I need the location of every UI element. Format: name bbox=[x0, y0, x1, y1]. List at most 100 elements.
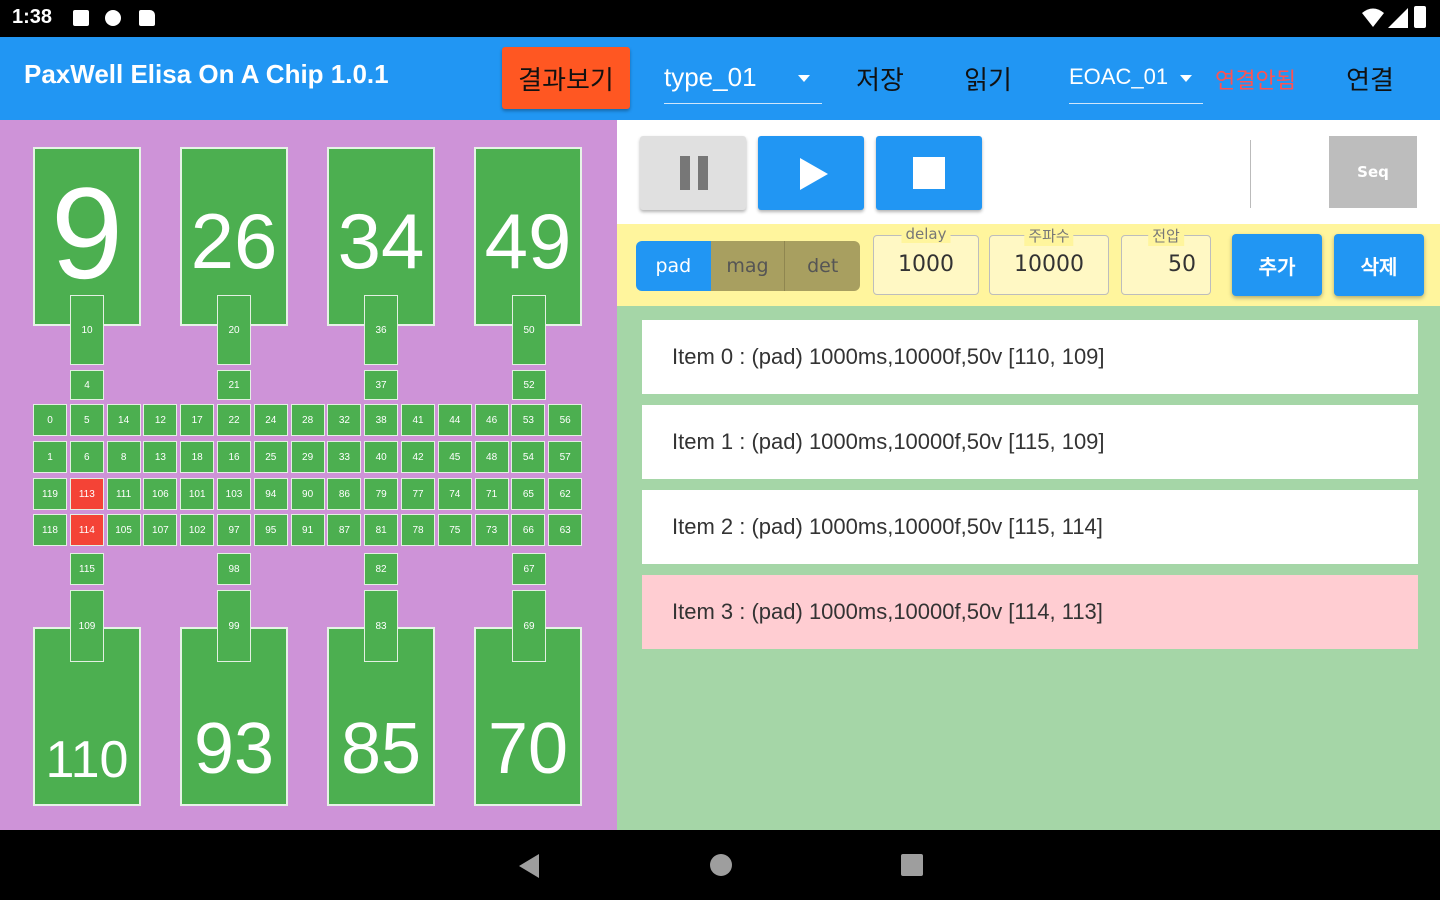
type-select[interactable]: type_01 bbox=[664, 51, 822, 104]
channel-pad[interactable]: 4 bbox=[70, 370, 104, 400]
add-button[interactable]: 추가 bbox=[1232, 234, 1322, 296]
electrode-pad[interactable]: 63 bbox=[548, 514, 583, 546]
electrode-pad[interactable]: 13 bbox=[143, 441, 178, 473]
stop-button[interactable] bbox=[876, 136, 982, 210]
electrode-pad[interactable]: 101 bbox=[180, 478, 215, 510]
electrode-pad[interactable]: 103 bbox=[217, 478, 251, 510]
channel-pad[interactable]: 115 bbox=[70, 553, 104, 585]
electrode-pad[interactable]: 8 bbox=[106, 441, 141, 473]
electrode-pad[interactable]: 53 bbox=[511, 404, 546, 436]
electrode-pad[interactable]: 14 bbox=[106, 404, 141, 436]
delete-button[interactable]: 삭제 bbox=[1334, 234, 1424, 296]
channel-pad[interactable]: 98 bbox=[217, 553, 251, 585]
electrode-pad[interactable]: 42 bbox=[401, 441, 435, 473]
voltage-field[interactable]: 전압 50 bbox=[1121, 225, 1211, 295]
channel-pad[interactable]: 109 bbox=[70, 590, 104, 662]
electrode-pad[interactable]: 5 bbox=[69, 404, 104, 436]
channel-pad[interactable]: 50 bbox=[512, 295, 546, 365]
electrode-pad[interactable]: 105 bbox=[106, 514, 141, 546]
electrode-pad[interactable]: 56 bbox=[548, 404, 583, 436]
electrode-pad[interactable]: 119 bbox=[33, 478, 67, 510]
electrode-pad[interactable]: 40 bbox=[364, 441, 399, 473]
channel-pad[interactable]: 82 bbox=[364, 553, 398, 585]
electrode-pad[interactable]: 44 bbox=[437, 404, 472, 436]
list-item[interactable]: Item 0 : (pad) 1000ms,10000f,50v [110, 1… bbox=[642, 320, 1418, 394]
electrode-pad[interactable]: 62 bbox=[548, 478, 583, 510]
electrode-pad[interactable]: 57 bbox=[548, 441, 583, 473]
list-item[interactable]: Item 2 : (pad) 1000ms,10000f,50v [115, 1… bbox=[642, 490, 1418, 564]
recents-icon[interactable] bbox=[901, 854, 923, 876]
electrode-pad[interactable]: 1 bbox=[33, 441, 67, 473]
electrode-pad[interactable]: 111 bbox=[106, 478, 141, 510]
channel-pad[interactable]: 69 bbox=[512, 590, 546, 662]
electrode-pad[interactable]: 45 bbox=[437, 441, 472, 473]
channel-pad[interactable]: 83 bbox=[364, 590, 398, 662]
device-select[interactable]: EOAC_01 bbox=[1069, 51, 1203, 104]
mode-toggle[interactable]: pad mag det bbox=[636, 241, 860, 291]
electrode-pad[interactable]: 33 bbox=[327, 441, 362, 473]
electrode-pad[interactable]: 95 bbox=[253, 514, 288, 546]
electrode-pad[interactable]: 97 bbox=[217, 514, 251, 546]
electrode-pad[interactable]: 102 bbox=[180, 514, 215, 546]
electrode-pad[interactable]: 0 bbox=[33, 404, 67, 436]
electrode-pad[interactable]: 77 bbox=[401, 478, 435, 510]
channel-pad[interactable]: 52 bbox=[512, 370, 546, 400]
electrode-pad[interactable]: 12 bbox=[143, 404, 178, 436]
electrode-pad[interactable]: 107 bbox=[143, 514, 178, 546]
channel-pad[interactable]: 36 bbox=[364, 295, 398, 365]
electrode-pad[interactable]: 79 bbox=[364, 478, 399, 510]
channel-pad[interactable]: 99 bbox=[217, 590, 251, 662]
electrode-pad[interactable]: 78 bbox=[401, 514, 435, 546]
seq-button[interactable]: Seq bbox=[1329, 136, 1417, 208]
electrode-pad[interactable]: 18 bbox=[180, 441, 215, 473]
electrode-pad[interactable]: 48 bbox=[474, 441, 509, 473]
mode-det[interactable]: det bbox=[785, 241, 860, 291]
channel-pad[interactable]: 20 bbox=[217, 295, 251, 365]
electrode-pad[interactable]: 38 bbox=[364, 404, 399, 436]
electrode-pad[interactable]: 28 bbox=[290, 404, 325, 436]
electrode-pad[interactable]: 114 bbox=[69, 514, 104, 546]
list-item[interactable]: Item 3 : (pad) 1000ms,10000f,50v [114, 1… bbox=[642, 575, 1418, 649]
electrode-pad[interactable]: 106 bbox=[143, 478, 178, 510]
electrode-pad[interactable]: 73 bbox=[474, 514, 509, 546]
electrode-pad[interactable]: 118 bbox=[33, 514, 67, 546]
channel-pad[interactable]: 10 bbox=[70, 295, 104, 365]
channel-pad[interactable]: 67 bbox=[512, 553, 546, 585]
electrode-pad[interactable]: 17 bbox=[180, 404, 215, 436]
electrode-pad[interactable]: 22 bbox=[217, 404, 251, 436]
delay-field[interactable]: delay 1000 bbox=[873, 225, 979, 295]
electrode-pad[interactable]: 86 bbox=[327, 478, 362, 510]
electrode-pad[interactable]: 41 bbox=[401, 404, 435, 436]
electrode-pad[interactable]: 113 bbox=[69, 478, 104, 510]
electrode-pad[interactable]: 25 bbox=[253, 441, 288, 473]
electrode-pad[interactable]: 54 bbox=[511, 441, 546, 473]
pause-button[interactable] bbox=[640, 136, 746, 210]
mode-mag[interactable]: mag bbox=[710, 241, 786, 291]
channel-pad[interactable]: 21 bbox=[217, 370, 251, 400]
save-button[interactable]: 저장 bbox=[832, 47, 928, 109]
play-button[interactable] bbox=[758, 136, 864, 210]
list-item[interactable]: Item 1 : (pad) 1000ms,10000f,50v [115, 1… bbox=[642, 405, 1418, 479]
electrode-pad[interactable]: 94 bbox=[253, 478, 288, 510]
electrode-pad[interactable]: 87 bbox=[327, 514, 362, 546]
electrode-pad[interactable]: 24 bbox=[253, 404, 288, 436]
electrode-pad[interactable]: 32 bbox=[327, 404, 362, 436]
back-icon[interactable] bbox=[517, 853, 541, 879]
channel-pad[interactable]: 37 bbox=[364, 370, 398, 400]
electrode-pad[interactable]: 65 bbox=[511, 478, 546, 510]
read-button[interactable]: 읽기 bbox=[940, 47, 1036, 109]
electrode-pad[interactable]: 75 bbox=[437, 514, 472, 546]
electrode-pad[interactable]: 66 bbox=[511, 514, 546, 546]
electrode-pad[interactable]: 71 bbox=[474, 478, 509, 510]
mode-pad[interactable]: pad bbox=[636, 241, 711, 291]
home-icon[interactable] bbox=[710, 854, 732, 876]
electrode-pad[interactable]: 6 bbox=[69, 441, 104, 473]
electrode-pad[interactable]: 46 bbox=[474, 404, 509, 436]
electrode-pad[interactable]: 74 bbox=[437, 478, 472, 510]
electrode-pad[interactable]: 90 bbox=[290, 478, 325, 510]
electrode-pad[interactable]: 91 bbox=[290, 514, 325, 546]
electrode-pad[interactable]: 81 bbox=[364, 514, 399, 546]
frequency-field[interactable]: 주파수 10000 bbox=[989, 225, 1109, 295]
result-view-button[interactable]: 결과보기 bbox=[502, 47, 630, 109]
connect-button[interactable]: 연결 bbox=[1322, 47, 1418, 109]
